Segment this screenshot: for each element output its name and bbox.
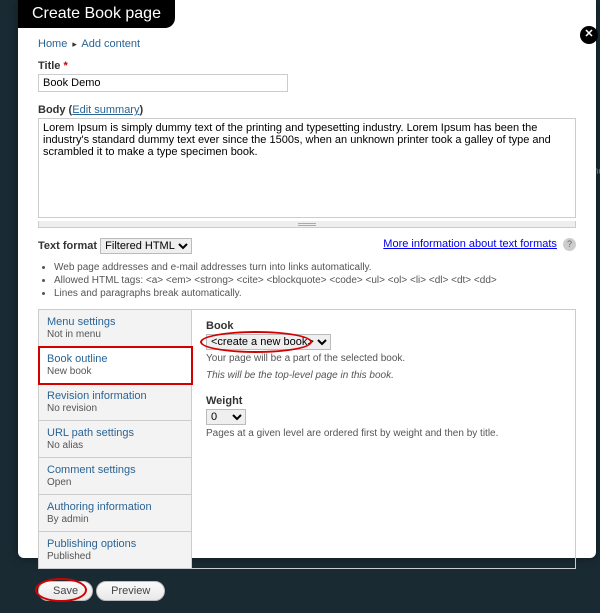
book-help-text: Your page will be a part of the selected…	[206, 353, 561, 364]
book-select[interactable]: <create a new book>	[206, 334, 331, 350]
tab-book-outline[interactable]: Book outline New book	[39, 347, 192, 384]
tab-url-path-settings[interactable]: URL path settings No alias	[39, 421, 191, 458]
title-label: Title *	[38, 60, 68, 72]
breadcrumb: Home ▸ Add content	[38, 38, 576, 50]
help-icon[interactable]: ?	[563, 238, 576, 251]
text-format-info: More information about text formats ?	[383, 238, 576, 251]
book-label: Book	[206, 320, 561, 332]
save-button[interactable]: Save	[38, 581, 93, 601]
vertical-tabs: Menu settings Not in menu Book outline N…	[38, 309, 576, 569]
close-icon[interactable]: ✕	[580, 26, 598, 44]
format-tip: Web page addresses and e-mail addresses …	[54, 262, 576, 273]
breadcrumb-home[interactable]: Home	[38, 38, 67, 50]
preview-button[interactable]: Preview	[96, 581, 165, 601]
resize-grippie-icon[interactable]	[38, 221, 576, 228]
text-format-label: Text format	[38, 240, 97, 252]
text-format-select[interactable]: Filtered HTML	[100, 238, 192, 254]
tab-authoring-information[interactable]: Authoring information By admin	[39, 495, 191, 532]
tab-publishing-options[interactable]: Publishing options Published	[39, 532, 191, 568]
tab-comment-settings[interactable]: Comment settings Open	[39, 458, 191, 495]
breadcrumb-add-content[interactable]: Add content	[81, 38, 140, 50]
weight-help-text: Pages at a given level are ordered first…	[206, 428, 561, 439]
format-tip: Allowed HTML tags: <a> <em> <strong> <ci…	[54, 275, 576, 286]
weight-select[interactable]: 0	[206, 409, 246, 425]
format-tips: Web page addresses and e-mail addresses …	[54, 262, 576, 299]
vertical-tabs-list: Menu settings Not in menu Book outline N…	[39, 310, 192, 568]
required-asterisk-icon: *	[63, 60, 67, 72]
tab-menu-settings[interactable]: Menu settings Not in menu	[39, 310, 191, 347]
body-textarea[interactable]: Lorem Ipsum is simply dummy text of the …	[38, 118, 576, 218]
breadcrumb-separator-icon: ▸	[72, 39, 77, 49]
tab-revision-information[interactable]: Revision information No revision	[39, 384, 191, 421]
body-label: Body (Edit summary)	[38, 104, 143, 116]
form-actions: Save Preview	[38, 579, 576, 603]
title-input[interactable]	[38, 74, 288, 92]
edit-summary-link[interactable]: Edit summary	[72, 104, 139, 116]
format-info-link[interactable]: More information about text formats	[383, 238, 557, 250]
book-top-level-text: This will be the top-level page in this …	[206, 370, 561, 381]
modal-title: Create Book page	[18, 0, 175, 28]
weight-label: Weight	[206, 395, 561, 407]
create-book-modal: Create Book page ✕ Home ▸ Add content Ti…	[18, 0, 596, 558]
format-tip: Lines and paragraphs break automatically…	[54, 288, 576, 299]
book-outline-pane: Book <create a new book> Your page will …	[192, 310, 575, 568]
